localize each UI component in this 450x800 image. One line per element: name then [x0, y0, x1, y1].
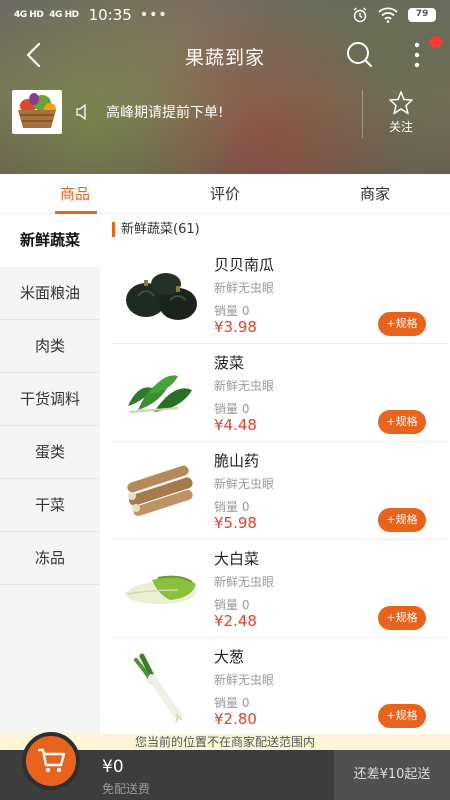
product-item[interactable]: 贝贝南瓜 新鲜无虫眼 销量 0 ¥3.98 +规格 [112, 246, 448, 344]
delivery-fee-note: 免配送费 [102, 782, 151, 796]
product-price: ¥5.98 [214, 514, 257, 532]
product-item[interactable]: 大白菜 新鲜无虫眼 销量 0 ¥2.48 +规格 [112, 540, 448, 638]
product-item[interactable]: 脆山药 新鲜无虫眼 销量 0 ¥5.98 +规格 [112, 442, 448, 540]
section-title: 新鲜蔬菜(61) [112, 222, 200, 237]
product-sales: 销量 0 [214, 304, 250, 318]
speaker-icon [76, 104, 86, 120]
product-list: 新鲜蔬菜(61) 贝贝南瓜 新鲜无虫眼 销量 0 ¥3.98 +规格 菠菜 新鲜… [100, 214, 450, 734]
product-description: 新鲜无虫眼 [214, 477, 275, 491]
star-icon [389, 91, 413, 115]
product-sales: 销量 0 [214, 598, 250, 612]
tab-merchant[interactable]: 商家 [325, 174, 425, 214]
notification-dots: ••• [139, 7, 168, 23]
product-price: ¥2.48 [214, 612, 257, 630]
category-rice-flour-oil[interactable]: 米面粮油 [0, 267, 100, 320]
category-sidebar: 新鲜蔬菜 米面粮油 肉类 干货调料 蛋类 干菜 冻品 [0, 214, 100, 734]
product-name: 贝贝南瓜 [214, 256, 275, 274]
product-name: 菠菜 [214, 354, 245, 372]
tab-reviews[interactable]: 评价 [175, 174, 275, 214]
product-item[interactable]: 菠菜 新鲜无虫眼 销量 0 ¥4.48 +规格 [112, 344, 448, 442]
select-spec-button[interactable]: +规格 [378, 704, 426, 728]
category-fresh-vegetables[interactable]: 新鲜蔬菜 [0, 214, 100, 267]
shop-info-bar: 高峰期请提前下单! 关注 [0, 84, 450, 144]
product-image [128, 375, 192, 413]
category-frozen[interactable]: 冻品 [0, 532, 100, 585]
search-icon [347, 42, 373, 68]
product-description: 新鲜无虫眼 [214, 673, 275, 687]
category-dry-goods-seasoning[interactable]: 干货调料 [0, 373, 100, 426]
more-vertical-icon [414, 42, 420, 68]
product-image [134, 653, 183, 723]
follow-label: 关注 [388, 120, 413, 134]
product-description: 新鲜无虫眼 [214, 281, 275, 295]
product-name: 大白菜 [214, 550, 260, 568]
checkout-button[interactable]: 还差¥10起送 [334, 750, 450, 800]
product-sales: 销量 0 [214, 696, 250, 710]
search-button[interactable] [344, 40, 374, 70]
shop-logo[interactable] [12, 90, 62, 134]
product-image [127, 465, 193, 517]
product-name: 脆山药 [214, 452, 260, 470]
more-menu-button[interactable] [404, 40, 430, 70]
status-time: 10:35 [88, 6, 132, 24]
product-description: 新鲜无虫眼 [214, 379, 275, 393]
battery-indicator: 79 [408, 8, 436, 22]
shopping-cart-icon [38, 748, 66, 773]
signal-indicator: 4G HD [49, 10, 79, 20]
alarm-icon [353, 7, 367, 23]
signal-indicator: 4G HD [14, 10, 44, 20]
product-price: ¥2.80 [214, 710, 257, 728]
cart-bar: ¥0 免配送费 还差¥10起送 [0, 732, 450, 800]
divider [362, 90, 363, 138]
notification-badge [430, 36, 442, 48]
shop-header: 4G HD 4G HD 10:35 ••• 79 果蔬到家 高峰期请提前下单! … [0, 0, 450, 174]
product-description: 新鲜无虫眼 [214, 575, 275, 589]
product-sales: 销量 0 [214, 402, 250, 416]
product-sales: 销量 0 [214, 500, 250, 514]
select-spec-button[interactable]: +规格 [378, 606, 426, 630]
select-spec-button[interactable]: +规格 [378, 410, 426, 434]
product-image [126, 273, 197, 320]
vegetable-basket-icon [18, 93, 56, 128]
category-meat[interactable]: 肉类 [0, 320, 100, 373]
select-spec-button[interactable]: +规格 [378, 312, 426, 336]
product-price: ¥4.48 [214, 416, 257, 434]
product-price: ¥3.98 [214, 318, 257, 336]
category-eggs[interactable]: 蛋类 [0, 426, 100, 479]
cart-total: ¥0 [102, 757, 124, 777]
shop-notice: 高峰期请提前下单! [106, 105, 224, 121]
tab-bar: 商品 评价 商家 [0, 174, 450, 214]
status-bar: 4G HD 4G HD 10:35 ••• 79 [0, 0, 450, 30]
product-name: 大葱 [214, 648, 245, 666]
select-spec-button[interactable]: +规格 [378, 508, 426, 532]
wifi-icon [378, 7, 398, 23]
tab-products[interactable]: 商品 [25, 174, 125, 214]
follow-button[interactable]: 关注 [380, 90, 422, 135]
page-title: 果蔬到家 [184, 47, 265, 69]
product-image [124, 575, 197, 604]
category-dried-vegetables[interactable]: 干菜 [0, 479, 100, 532]
top-navigation: 果蔬到家 [0, 30, 450, 80]
cart-button[interactable] [22, 732, 80, 790]
product-item[interactable]: 大葱 新鲜无虫眼 销量 0 ¥2.80 +规格 [112, 638, 448, 734]
